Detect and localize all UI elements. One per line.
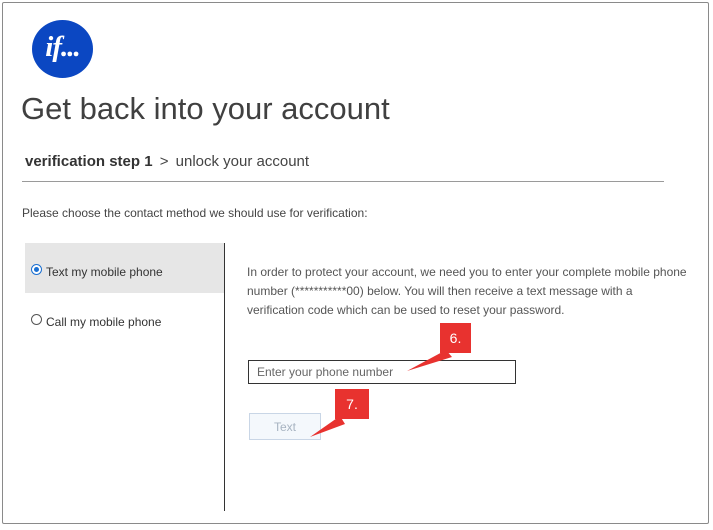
header-divider	[22, 181, 664, 182]
annotation-callout-7: 7.	[335, 389, 369, 419]
phone-number-input[interactable]	[248, 360, 516, 384]
breadcrumb-separator: >	[159, 153, 169, 170]
breadcrumb-current-step: verification step 1	[25, 153, 153, 170]
breadcrumb-next-step: unlock your account	[175, 153, 310, 170]
page-title: Get back into your account	[21, 91, 390, 126]
method-label: Call my mobile phone	[46, 315, 162, 329]
send-text-button[interactable]: Text	[249, 413, 321, 440]
radio-text-mobile-phone[interactable]	[31, 264, 42, 275]
contact-method-list: Text my mobile phone Call my mobile phon…	[25, 243, 225, 511]
annotation-callout-6: 6.	[440, 323, 471, 353]
breadcrumb: verification step 1 > unlock your accoun…	[25, 152, 309, 172]
method-call-mobile-phone[interactable]: Call my mobile phone	[25, 293, 224, 343]
logo-text: if...	[45, 31, 80, 63]
radio-call-mobile-phone[interactable]	[31, 314, 42, 325]
method-label: Text my mobile phone	[46, 265, 163, 279]
verification-info-text: In order to protect your account, we nee…	[247, 265, 687, 317]
company-logo: if...	[32, 20, 93, 78]
method-text-mobile-phone[interactable]: Text my mobile phone	[25, 243, 224, 293]
contact-method-instruction: Please choose the contact method we shou…	[22, 206, 368, 220]
